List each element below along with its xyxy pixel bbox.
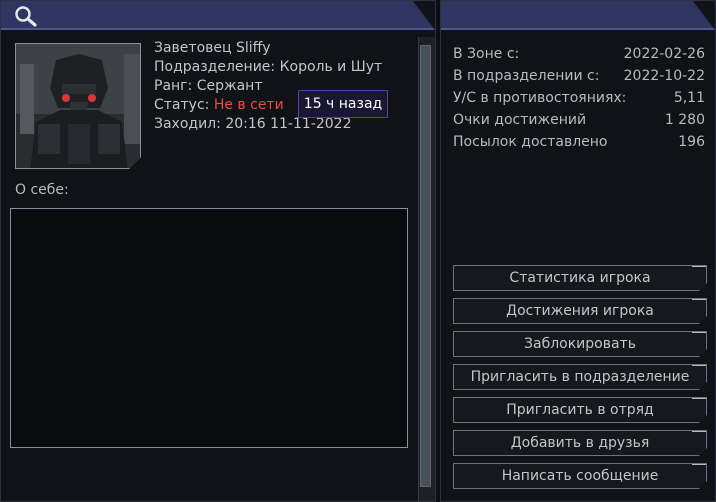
profile-info: Заветовец Sliffy Подразделение: Король и… bbox=[154, 39, 382, 134]
avatar bbox=[15, 43, 141, 169]
last-seen-value: 20:16 11-11-2022 bbox=[225, 116, 352, 132]
status-value: Не в сети bbox=[213, 97, 284, 113]
stats-list: В Зоне с: 2022-02-26 В подразделении с: … bbox=[453, 43, 705, 153]
invite-to-squad-button[interactable]: Пригласить в отряд bbox=[453, 397, 707, 423]
action-buttons: Статистика игрока Достижения игрока Забл… bbox=[453, 265, 707, 496]
status-label: Статус: bbox=[154, 97, 210, 113]
stat-value: 196 bbox=[678, 134, 705, 150]
about-label: О себе: bbox=[15, 182, 69, 198]
unit-row: Подразделение: Король и Шут bbox=[154, 58, 382, 77]
stat-label: Посылок доставлено bbox=[453, 134, 608, 150]
stat-label: В подразделении с: bbox=[453, 68, 600, 84]
search-icon[interactable] bbox=[13, 5, 39, 27]
unit-link[interactable]: Король и Шут bbox=[280, 59, 383, 75]
stat-label: Очки достижений bbox=[453, 112, 587, 128]
stats-panel: В Зоне с: 2022-02-26 В подразделении с: … bbox=[440, 0, 716, 502]
profile-header-bar bbox=[1, 1, 435, 30]
stat-label: У/С в противостояниях: bbox=[453, 90, 627, 106]
invite-to-unit-button[interactable]: Пригласить в подразделение bbox=[453, 364, 707, 390]
stat-value: 2022-02-26 bbox=[623, 46, 705, 62]
player-achievements-button[interactable]: Достижения игрока bbox=[453, 298, 707, 324]
last-seen-tooltip: 15 ч назад bbox=[298, 90, 388, 118]
rank-value: Сержант bbox=[196, 78, 263, 94]
stat-row: Очки достижений 1 280 bbox=[453, 109, 705, 131]
last-seen-label: Заходил: bbox=[154, 116, 221, 132]
player-stats-button[interactable]: Статистика игрока bbox=[453, 265, 707, 291]
send-message-button[interactable]: Написать сообщение bbox=[453, 463, 707, 489]
stat-row: Посылок доставлено 196 bbox=[453, 131, 705, 153]
stat-label: В Зоне с: bbox=[453, 46, 520, 62]
scrollbar-thumb[interactable] bbox=[420, 45, 431, 487]
stat-row: В Зоне с: 2022-02-26 bbox=[453, 43, 705, 65]
player-name: Заветовец Sliffy bbox=[154, 40, 271, 56]
stat-value: 5,11 bbox=[673, 90, 705, 106]
about-textarea[interactable] bbox=[10, 208, 408, 448]
stats-header-bar bbox=[441, 1, 715, 30]
stat-value: 1 280 bbox=[664, 112, 705, 128]
add-friend-button[interactable]: Добавить в друзья bbox=[453, 430, 707, 456]
stat-row: В подразделении с: 2022-10-22 bbox=[453, 65, 705, 87]
profile-panel: Заветовец Sliffy Подразделение: Король и… bbox=[0, 0, 436, 502]
unit-label: Подразделение: bbox=[154, 59, 276, 75]
block-button[interactable]: Заблокировать bbox=[453, 331, 707, 357]
stat-value: 2022-10-22 bbox=[623, 68, 705, 84]
rank-label: Ранг: bbox=[154, 78, 193, 94]
stat-row: У/С в противостояниях: 5,11 bbox=[453, 87, 705, 109]
